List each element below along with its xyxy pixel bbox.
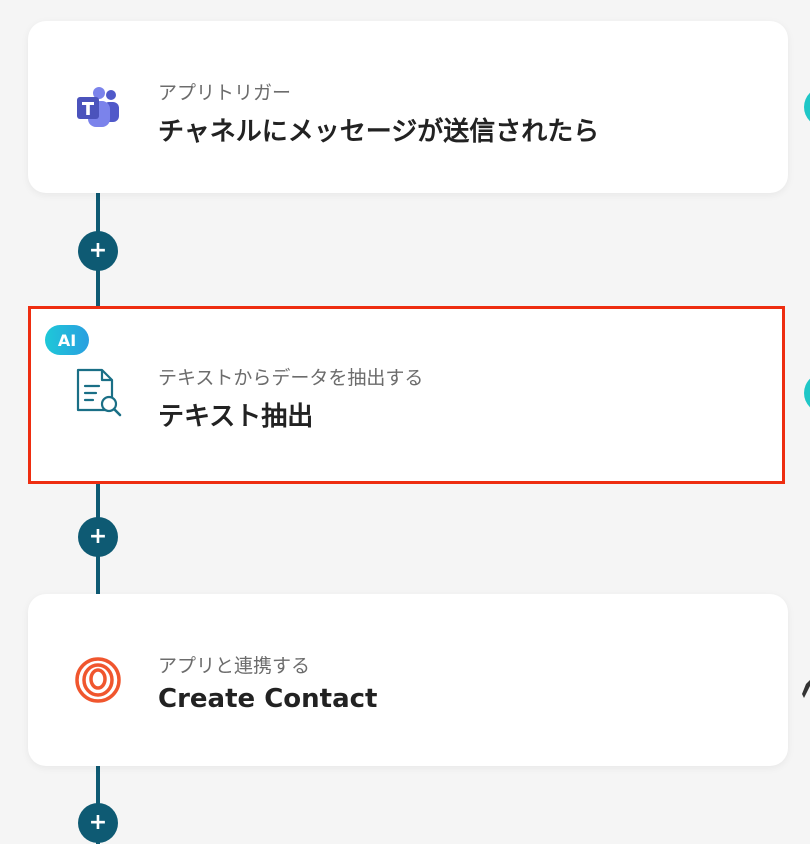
add-step-button[interactable]: + [78, 517, 118, 557]
plus-icon: + [88, 524, 108, 549]
step-title: Create Contact [158, 684, 378, 714]
step-status-indicator [804, 373, 810, 413]
step-title: テキスト抽出 [158, 402, 314, 432]
step-status-indicator [804, 87, 810, 127]
plus-icon: + [88, 810, 108, 835]
step-subtitle: アプリと連携する [158, 655, 311, 677]
edit-icon[interactable] [800, 676, 810, 706]
step-subtitle: テキストからデータを抽出する [158, 367, 424, 389]
loop-rings-icon [72, 654, 124, 706]
text-extraction-icon [72, 366, 124, 418]
flow-step-card-create-contact[interactable]: アプリと連携する Create Contact [28, 594, 788, 766]
microsoft-teams-icon [72, 81, 124, 133]
step-title: チャネルにメッセージが送信されたら [158, 117, 600, 147]
flow-step-card-text-extraction[interactable]: AI テキストからデータを抽出する テキスト抽出 [28, 306, 785, 484]
ai-badge: AI [45, 325, 89, 355]
step-subtitle: アプリトリガー [158, 82, 292, 104]
plus-icon: + [88, 238, 108, 263]
flow-step-card-trigger[interactable]: アプリトリガー チャネルにメッセージが送信されたら [28, 21, 788, 193]
add-step-button[interactable]: + [78, 803, 118, 843]
add-step-button[interactable]: + [78, 231, 118, 271]
